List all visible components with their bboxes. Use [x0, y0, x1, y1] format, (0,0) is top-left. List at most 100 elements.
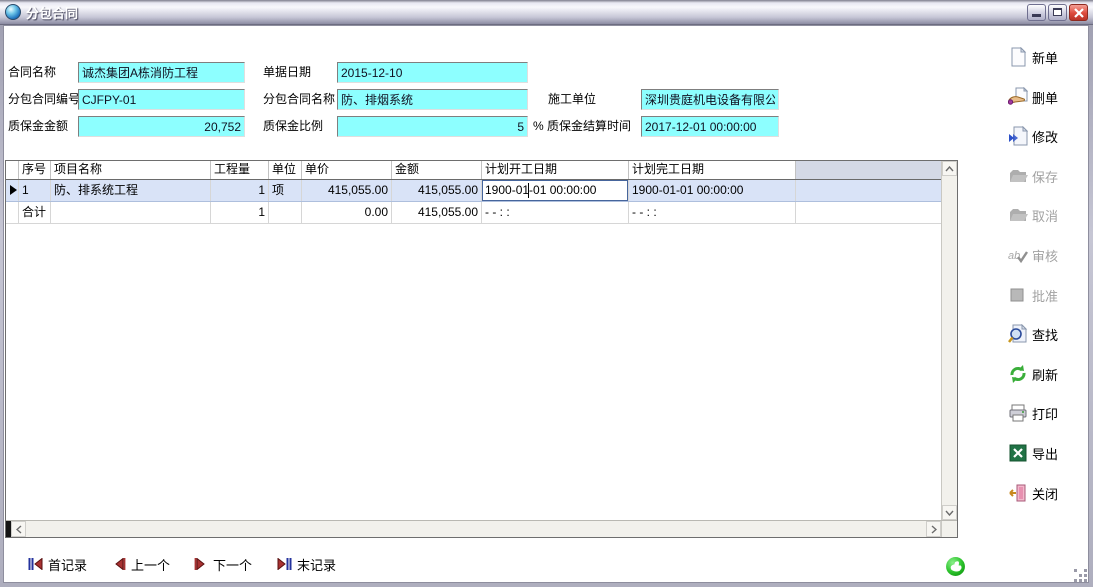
title-bar[interactable]: 分包合同	[0, 0, 1093, 25]
row-indicator	[6, 202, 19, 223]
warranty-amount-field[interactable]	[78, 116, 245, 137]
close-form-button[interactable]: 关闭	[1008, 482, 1088, 504]
column-header-start[interactable]: 计划开工日期	[482, 161, 629, 179]
button-label: 下一个	[213, 555, 252, 574]
button-label: 首记录	[48, 555, 87, 574]
cancel-icon	[1008, 205, 1028, 225]
table-row[interactable]: 1 防、排系统工程 1 项 415,055.00 415,055.00 1900…	[6, 180, 941, 202]
button-label: 导出	[1032, 444, 1058, 463]
sub-contract-no-field[interactable]	[78, 89, 245, 110]
vertical-scroll-track[interactable]	[942, 176, 957, 505]
horizontal-scroll-track[interactable]	[26, 521, 926, 537]
modify-button[interactable]: 修改	[1008, 125, 1088, 147]
chevron-right-icon	[931, 525, 937, 534]
print-icon	[1008, 403, 1028, 423]
print-button[interactable]: 打印	[1008, 402, 1088, 424]
builder-field[interactable]	[641, 89, 779, 110]
close-icon	[1073, 7, 1085, 19]
delete-doc-button[interactable]: 删单	[1008, 86, 1088, 108]
cancel-button: 取消	[1008, 204, 1088, 226]
current-row-arrow-icon	[10, 185, 17, 195]
previous-record-button[interactable]: 上一个	[112, 552, 170, 576]
find-icon	[1008, 324, 1028, 344]
column-header-qty[interactable]: 工程量	[211, 161, 269, 179]
sub-contract-name-field[interactable]	[337, 89, 528, 110]
new-doc-icon	[1008, 47, 1028, 67]
first-record-button[interactable]: 首记录	[28, 552, 87, 576]
warranty-ratio-field[interactable]	[337, 116, 528, 137]
minimize-button[interactable]	[1027, 4, 1046, 21]
scroll-up-button[interactable]	[942, 161, 957, 176]
delete-doc-icon	[1008, 87, 1028, 107]
column-header-unit[interactable]: 单位	[269, 161, 302, 179]
items-table: 序号 项目名称 工程量 单位 单价 金额 计划开工日期 计划完工日期 1 防、排…	[5, 160, 958, 538]
green-ok-button[interactable]	[945, 556, 966, 577]
column-header-amount[interactable]: 金额	[392, 161, 482, 179]
doc-date-field[interactable]	[337, 62, 528, 83]
scroll-left-button[interactable]	[11, 521, 26, 537]
last-record-button[interactable]: 末记录	[277, 552, 336, 576]
column-header-seq[interactable]: 序号	[19, 161, 51, 179]
new-doc-button[interactable]: 新单	[1008, 46, 1088, 68]
approve-icon	[1008, 285, 1028, 305]
refresh-icon	[1008, 364, 1028, 384]
cell-qty[interactable]: 1	[211, 202, 269, 223]
button-label: 删单	[1032, 88, 1058, 107]
modify-icon	[1008, 126, 1028, 146]
sub-contract-no-label: 分包合同编号	[8, 89, 80, 110]
focused-cell-value: 1900-01-01 00:00:00	[485, 183, 596, 197]
cell-name[interactable]: 防、排系统工程	[51, 180, 211, 201]
scroll-down-button[interactable]	[942, 505, 957, 520]
approve-button: 批准	[1008, 284, 1088, 306]
scroll-right-button[interactable]	[926, 521, 941, 537]
cell-qty[interactable]: 1	[211, 180, 269, 201]
cell-unit[interactable]	[269, 202, 302, 223]
table-row-total[interactable]: 合计 1 0.00 415,055.00 - - : : - - : :	[6, 202, 941, 224]
cell-end-date[interactable]: - - : :	[629, 202, 796, 223]
button-label: 查找	[1032, 325, 1058, 344]
maximize-button[interactable]	[1048, 4, 1067, 21]
find-button[interactable]: 查找	[1008, 323, 1088, 345]
cell-amount[interactable]: 415,055.00	[392, 202, 482, 223]
export-button[interactable]: 导出	[1008, 442, 1088, 464]
contract-name-field[interactable]	[78, 62, 245, 83]
cell-amount[interactable]: 415,055.00	[392, 180, 482, 201]
contract-name-label: 合同名称	[8, 62, 56, 83]
cell-start-date[interactable]: - - : :	[482, 202, 629, 223]
next-record-icon	[194, 558, 208, 570]
cell-unit[interactable]: 项	[269, 180, 302, 201]
close-button[interactable]	[1069, 4, 1088, 21]
resize-grip[interactable]	[1074, 569, 1087, 582]
focused-cell-editor[interactable]: 1900-01-01 00:00:00	[482, 180, 628, 201]
button-label: 末记录	[297, 555, 336, 574]
refresh-button[interactable]: 刷新	[1008, 363, 1088, 385]
column-header-price[interactable]: 单价	[302, 161, 392, 179]
indicator-header-cell	[6, 161, 19, 179]
maximize-icon	[1053, 8, 1062, 16]
column-header-name[interactable]: 项目名称	[51, 161, 211, 179]
vertical-scrollbar[interactable]	[941, 161, 957, 520]
cell-name[interactable]	[51, 202, 211, 223]
cell-end-date[interactable]: 1900-01-01 00:00:00	[629, 180, 796, 201]
cell-seq[interactable]: 1	[19, 180, 51, 201]
cell-seq[interactable]: 合计	[19, 202, 51, 223]
close-form-icon	[1008, 483, 1028, 503]
chevron-down-icon	[945, 510, 954, 516]
scrollbar-corner	[941, 521, 957, 537]
save-icon	[1008, 166, 1028, 186]
first-record-icon	[28, 558, 43, 570]
green-ok-icon	[945, 556, 966, 577]
cell-start-date[interactable]: 1900-01-01 00:00:00	[482, 180, 629, 201]
next-record-button[interactable]: 下一个	[194, 552, 252, 576]
cell-price[interactable]: 415,055.00	[302, 180, 392, 201]
button-label: 批准	[1032, 286, 1058, 305]
builder-label: 施工单位	[548, 89, 596, 110]
cell-price[interactable]: 0.00	[302, 202, 392, 223]
warranty-settle-time-label: 质保金结算时间	[547, 116, 631, 137]
text-caret	[528, 183, 529, 198]
warranty-ratio-suffix: %	[533, 116, 544, 137]
warranty-settle-time-field[interactable]	[641, 116, 779, 137]
cell-filler	[796, 202, 941, 223]
table-header-row: 序号 项目名称 工程量 单位 单价 金额 计划开工日期 计划完工日期	[6, 161, 941, 180]
column-header-end[interactable]: 计划完工日期	[629, 161, 796, 179]
